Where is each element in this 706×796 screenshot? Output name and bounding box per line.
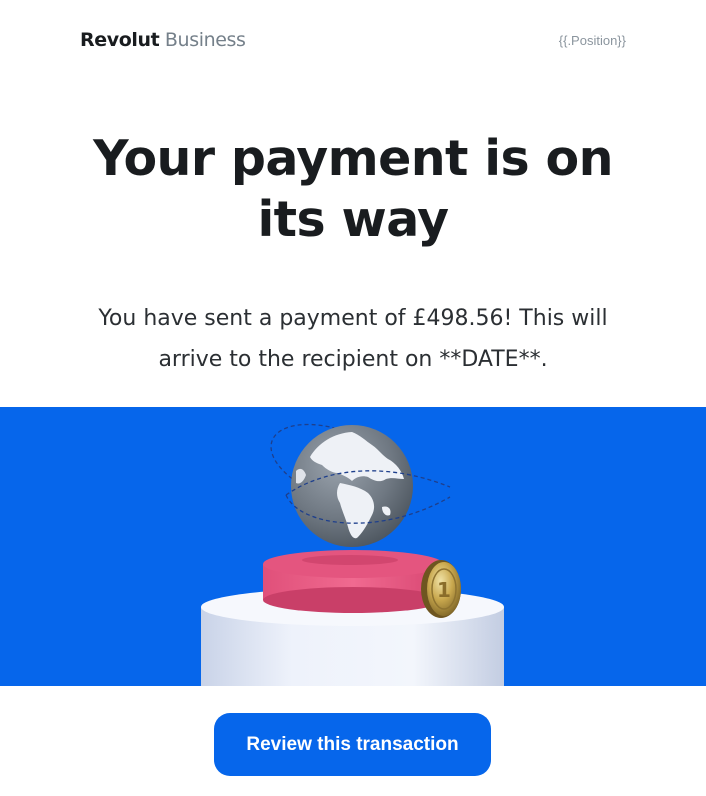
position-placeholder: {{.Position}}	[558, 33, 626, 48]
coin-label: 1	[437, 578, 451, 602]
payment-description: You have sent a payment of £498.56! This…	[98, 306, 608, 372]
gold-coin: 1	[421, 560, 461, 618]
hero-banner: 1	[0, 407, 706, 686]
review-transaction-button[interactable]: Review this transaction	[214, 713, 491, 776]
logo-product-text: Business	[164, 29, 246, 51]
logo-brand-text: Revolut	[80, 29, 160, 51]
page-title: Your payment is on its way	[93, 130, 613, 248]
pink-platform	[263, 550, 443, 613]
globe-illustration	[270, 423, 451, 547]
revolut-business-logo[interactable]: Revolut Business	[80, 28, 246, 52]
email-header: Revolut Business {{.Position}}	[0, 0, 706, 80]
hero-illustration: 1	[201, 423, 504, 686]
